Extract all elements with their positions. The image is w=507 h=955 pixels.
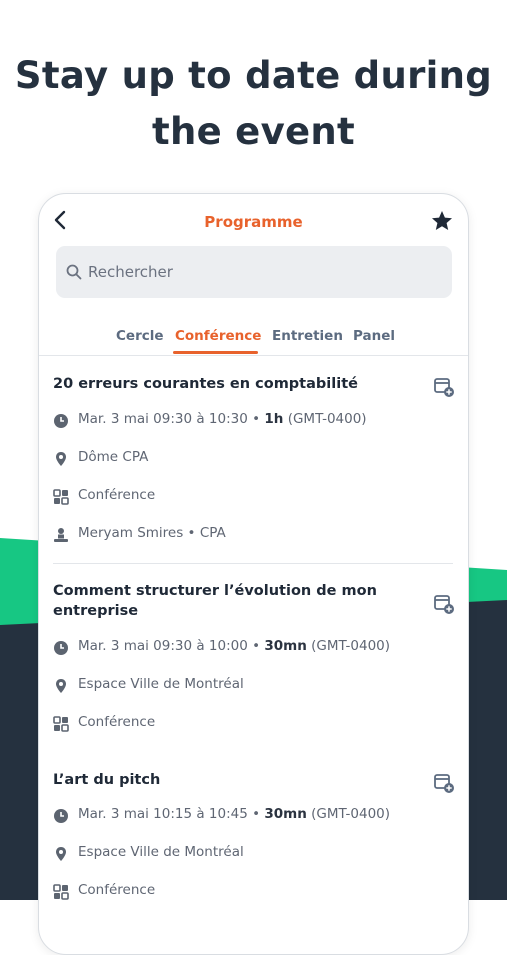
category-grid-icon [53, 489, 69, 505]
divider [53, 563, 453, 564]
event-date: Mar. 3 mai 09:30 à 10:30 [78, 411, 248, 427]
search-input[interactable] [88, 246, 443, 298]
top-bar: Programme [39, 194, 468, 250]
event-location-row: Espace Ville de Montréal [53, 676, 443, 696]
event-duration: 30mn [264, 806, 307, 822]
tab-panel[interactable]: Panel [353, 328, 395, 344]
event-speaker-row: Meryam Smires • CPA [53, 525, 443, 545]
event-time-row: Mar. 3 mai 10:15 à 10:45 • 30mn (GMT-040… [53, 806, 443, 826]
event-card[interactable]: 20 erreurs courantes en comptabilité Mar… [53, 374, 455, 554]
event-timezone: (GMT-0400) [311, 806, 391, 822]
location-pin-icon [56, 847, 66, 861]
event-time-row: Mar. 3 mai 09:30 à 10:30 • 1h (GMT-0400) [53, 411, 443, 431]
event-time-row: Mar. 3 mai 09:30 à 10:00 • 30mn (GMT-040… [53, 638, 443, 658]
event-type-row: Conférence [53, 882, 443, 902]
event-type: Conférence [78, 487, 156, 503]
search-bar[interactable] [56, 246, 452, 298]
event-date: Mar. 3 mai 09:30 à 10:00 [78, 638, 248, 654]
event-title: 20 erreurs courantes en comptabilité [53, 376, 358, 392]
event-location: Dôme CPA [78, 449, 149, 465]
tab-cercle[interactable]: Cercle [116, 328, 164, 344]
speaker-icon [54, 528, 68, 542]
event-duration: 1h [264, 411, 284, 427]
event-location-row: Dôme CPA [53, 449, 443, 469]
add-to-calendar-icon[interactable] [433, 772, 455, 794]
category-grid-icon [53, 716, 69, 732]
event-duration: 30mn [264, 638, 307, 654]
clock-icon [54, 641, 68, 655]
event-location: Espace Ville de Montréal [78, 844, 244, 860]
event-date: Mar. 3 mai 10:15 à 10:45 [78, 806, 248, 822]
tab-bar: Cercle Conférence Entretien Panel [39, 317, 468, 356]
category-grid-icon [53, 884, 69, 900]
add-to-calendar-icon[interactable] [433, 376, 455, 398]
star-icon[interactable] [430, 209, 454, 233]
event-type: Conférence [78, 714, 156, 730]
active-tab-indicator [173, 351, 258, 354]
tab-conference[interactable]: Conférence [175, 328, 261, 344]
event-timezone: (GMT-0400) [287, 411, 367, 427]
event-timezone: (GMT-0400) [311, 638, 391, 654]
clock-icon [54, 414, 68, 428]
headline: Stay up to date during the event [0, 48, 507, 160]
add-to-calendar-icon[interactable] [433, 593, 455, 615]
tab-entretien[interactable]: Entretien [272, 328, 343, 344]
phone-screen: Programme Cercle Conférence Entretien Pa… [38, 193, 469, 955]
location-pin-icon [56, 679, 66, 693]
event-title: L’art du pitch [53, 772, 161, 788]
event-location: Espace Ville de Montréal [78, 676, 244, 692]
event-speaker: Meryam Smires • CPA [78, 525, 226, 541]
event-card[interactable]: L’art du pitch Mar. 3 mai 10:15 à 10:45 … [53, 770, 455, 920]
event-card[interactable]: Comment structurer l’évolution de mon en… [53, 581, 455, 734]
page-title: Programme [204, 213, 303, 231]
headline-line-1: Stay up to date during [14, 54, 493, 97]
event-type-row: Conférence [53, 714, 443, 734]
search-icon [66, 264, 82, 280]
event-location-row: Espace Ville de Montréal [53, 844, 443, 864]
event-type: Conférence [78, 882, 156, 898]
event-type-row: Conférence [53, 487, 443, 507]
headline-line-2: the event [151, 110, 356, 153]
clock-icon [54, 809, 68, 823]
event-title: Comment structurer l’évolution de mon en… [53, 583, 377, 619]
location-pin-icon [56, 452, 66, 466]
